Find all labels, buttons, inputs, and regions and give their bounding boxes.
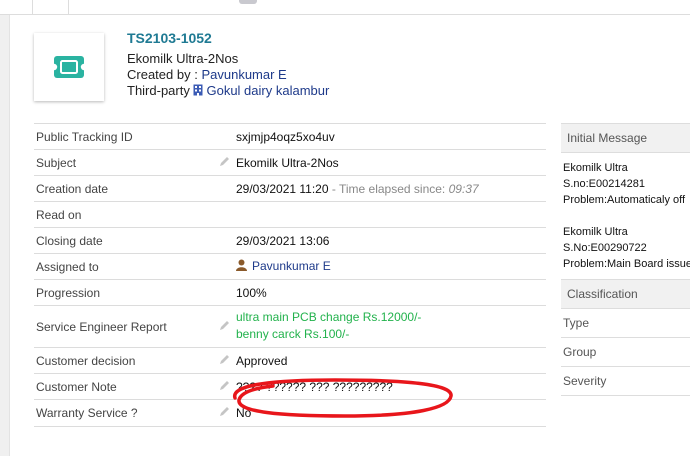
assigned-user-link[interactable]: Pavunkumar E (252, 259, 331, 273)
toolbar-handle[interactable] (239, 0, 257, 4)
field-row-assigned: Assigned to Pavunkumar E (34, 253, 546, 280)
field-row-tracking: Public Tracking ID sxjmjp4oqz5xo4uv (34, 123, 546, 150)
elapsed-label: - Time elapsed since: (328, 182, 449, 196)
classification-severity: Severity (561, 367, 690, 396)
toolbar-divider (32, 0, 33, 14)
field-label: Service Engineer Report (36, 320, 167, 334)
creation-date: 29/03/2021 11:20 (236, 182, 329, 196)
edit-pencil-icon[interactable] (219, 354, 230, 368)
message-line: Ekomilk Ultra (563, 162, 628, 174)
field-row-engineer-report: Service Engineer Report ultra main PCB c… (34, 305, 546, 348)
elapsed-time: 09:37 (448, 182, 479, 196)
field-label: Progression (36, 286, 101, 300)
closing-date-value: 29/03/2021 13:06 (236, 234, 330, 248)
field-row-read-on: Read on (34, 201, 546, 228)
created-by-label: Created by : (127, 67, 198, 82)
building-icon (193, 84, 203, 96)
classification-header: Classification (561, 279, 690, 309)
subject-value: Ekomilk Ultra-2Nos (236, 156, 339, 170)
initial-message-body: Ekomilk Ultra S.no:E00214281 Problem:Aut… (561, 153, 690, 279)
field-label: Public Tracking ID (36, 130, 133, 144)
progression-value: 100% (236, 286, 267, 300)
ticket-ref[interactable]: TS2103-1052 (127, 30, 212, 46)
created-by-line: Created by : Pavunkumar E (127, 67, 287, 82)
assigned-value[interactable]: Pavunkumar E (236, 259, 331, 273)
top-toolbar-strip (0, 0, 690, 15)
ticket-card: TS2103-1052 Ekomilk Ultra-2Nos Created b… (9, 15, 690, 456)
field-row-customer-decision: Customer decision Approved (34, 347, 546, 374)
ticket-icon (53, 56, 85, 78)
engineer-report-line: ultra main PCB change Rs.12000/- (236, 310, 422, 324)
third-party-name[interactable]: Gokul dairy kalambur (206, 83, 329, 98)
classification-type: Type (561, 309, 690, 338)
message-line: S.No:E00290722 (563, 242, 647, 254)
message-line: Ekomilk Ultra (563, 226, 628, 238)
field-label: Warranty Service ? (36, 406, 138, 420)
field-label: Assigned to (36, 260, 99, 274)
third-party-link[interactable]: Gokul dairy kalambur (193, 83, 329, 98)
user-icon (236, 259, 247, 271)
created-by-link[interactable]: Pavunkumar E (201, 67, 286, 82)
field-row-closing: Closing date 29/03/2021 13:06 (34, 227, 546, 254)
edit-pencil-icon[interactable] (219, 320, 230, 334)
red-annotation-ellipse (233, 378, 453, 418)
field-row-progression: Progression 100% (34, 279, 546, 306)
third-party-label: Third-party (127, 83, 190, 98)
ticket-logo (34, 33, 104, 101)
field-row-creation: Creation date 29/03/2021 11:20 - Time el… (34, 175, 546, 202)
field-label: Creation date (36, 182, 109, 196)
classification-group: Group (561, 338, 690, 367)
message-line: Problem:Main Board issue (563, 258, 690, 270)
ticket-subject: Ekomilk Ultra-2Nos (127, 51, 239, 66)
creation-date-value: 29/03/2021 11:20 - Time elapsed since: 0… (236, 182, 479, 196)
field-label: Customer decision (36, 354, 136, 368)
field-label: Customer Note (36, 380, 117, 394)
field-label: Subject (36, 156, 77, 170)
initial-message-header: Initial Message (561, 123, 690, 153)
field-label: Read on (36, 208, 82, 222)
edit-pencil-icon[interactable] (219, 156, 230, 170)
field-label: Closing date (36, 234, 103, 248)
engineer-report-value: ultra main PCB change Rs.12000/- benny c… (236, 309, 421, 343)
third-party-line: Third-party Gokul dairy kalambur (127, 83, 329, 98)
side-panel: Initial Message Ekomilk Ultra S.no:E0021… (561, 123, 690, 396)
message-line: Problem:Automaticaly off (563, 194, 686, 206)
toolbar-divider (68, 0, 69, 14)
customer-decision-value: Approved (236, 354, 288, 368)
field-row-subject: Subject Ekomilk Ultra-2Nos (34, 149, 546, 176)
tracking-id-value: sxjmjp4oqz5xo4uv (236, 130, 335, 144)
message-line: S.no:E00214281 (563, 178, 645, 190)
engineer-report-line: benny carck Rs.100/- (236, 327, 350, 341)
